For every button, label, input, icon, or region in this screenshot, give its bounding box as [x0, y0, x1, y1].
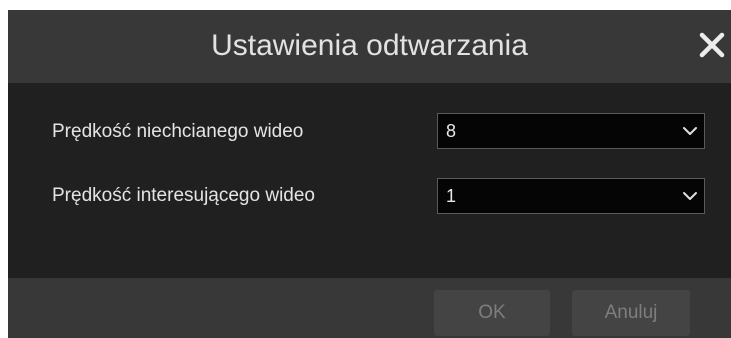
playback-settings-dialog: Ustawienia odtwarzania Prędkość niechcia… [8, 10, 731, 338]
ok-button[interactable]: OK [434, 290, 550, 336]
close-button[interactable] [697, 30, 727, 60]
dialog-footer: OK Anuluj [8, 278, 731, 338]
dialog-title: Ustawienia odtwarzania [211, 29, 528, 62]
cancel-button[interactable]: Anuluj [572, 290, 690, 336]
unwanted-video-speed-select[interactable]: 8 [437, 113, 705, 149]
chevron-down-icon [683, 192, 697, 200]
unwanted-video-speed-value: 8 [446, 121, 457, 141]
unwanted-video-speed-label: Prędkość niechcianego wideo [52, 121, 304, 142]
interesting-video-speed-value: 1 [446, 186, 457, 206]
interesting-video-speed-label: Prędkość interesującego wideo [52, 185, 315, 206]
interesting-video-speed-select[interactable]: 1 [437, 178, 705, 214]
chevron-down-icon [683, 127, 697, 135]
dialog-titlebar: Ustawienia odtwarzania [8, 10, 731, 83]
close-icon [699, 32, 725, 58]
